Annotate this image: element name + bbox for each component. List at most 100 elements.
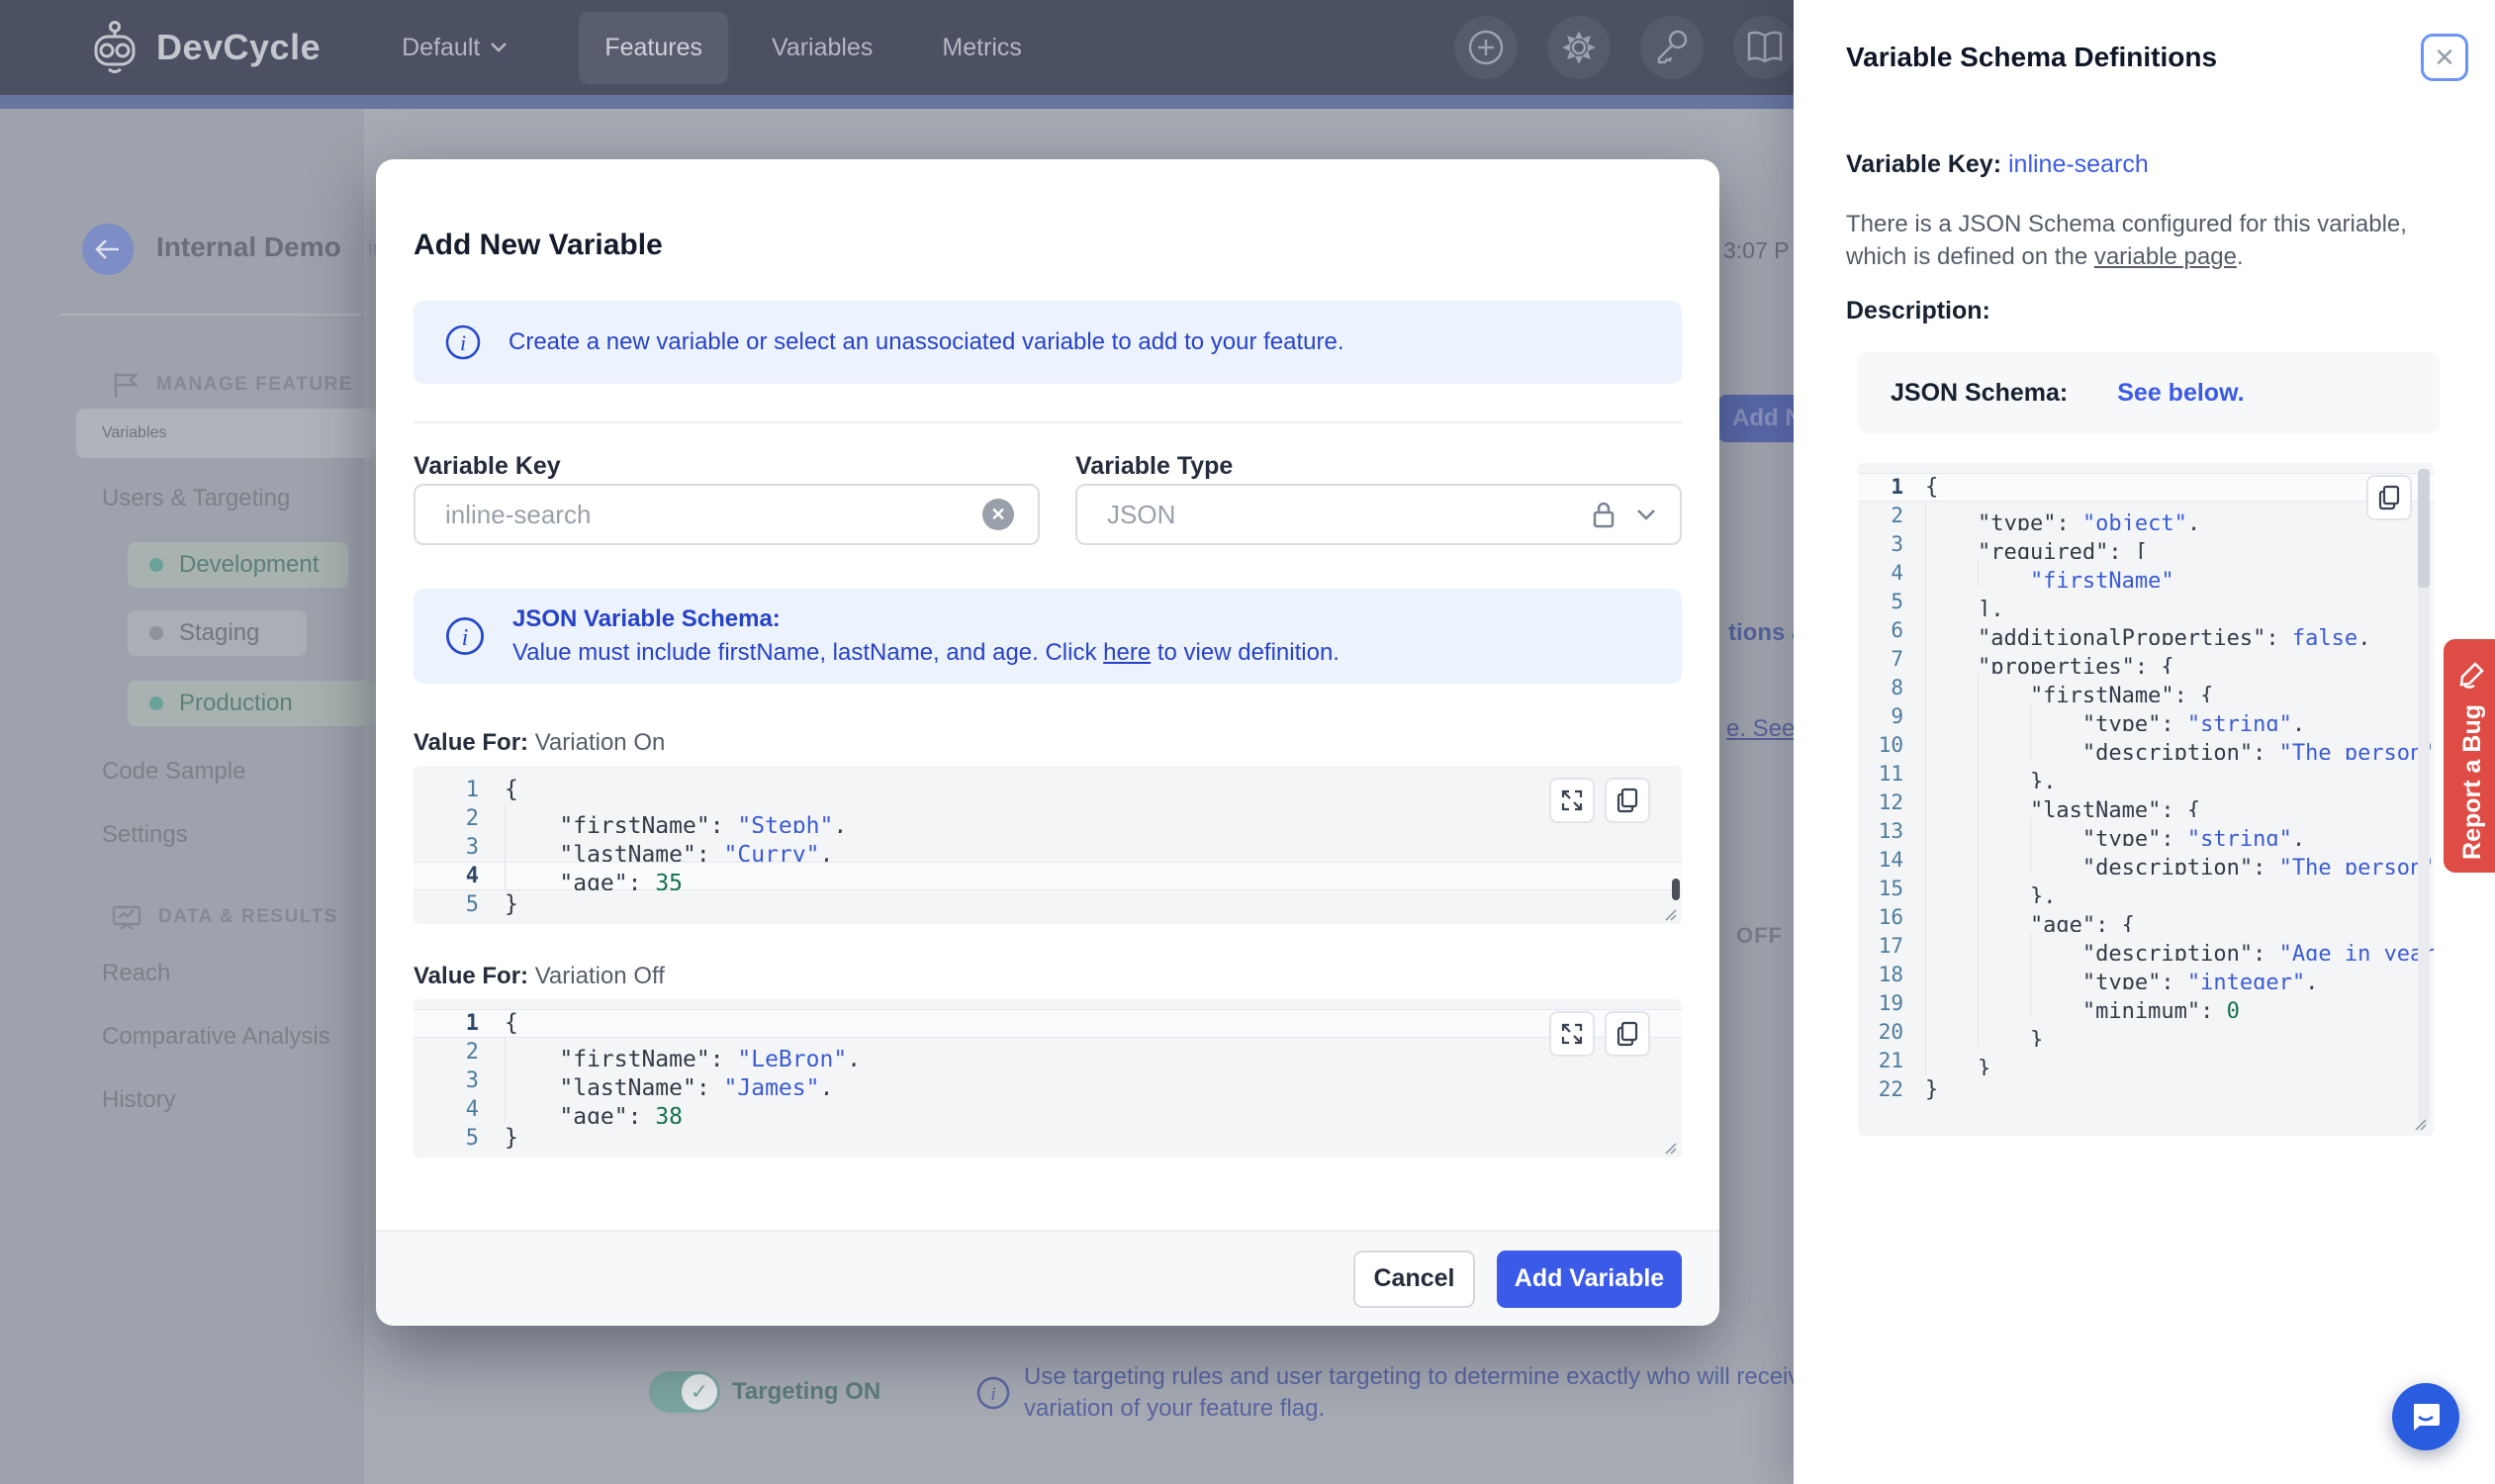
flag-icon	[114, 373, 139, 398]
env-dot	[149, 696, 163, 710]
resize-grip[interactable]	[2412, 1116, 2428, 1132]
tab-metrics[interactable]: Metrics	[916, 12, 1048, 84]
resize-grip[interactable]	[1662, 1140, 1678, 1156]
copy-icon	[1617, 1021, 1638, 1047]
targeting-info-line2: variation of your feature flag.	[1024, 1395, 1326, 1422]
copy-code-button[interactable]	[1605, 1011, 1650, 1057]
app-root: DevCycle Default Features Variables Metr…	[0, 0, 2495, 1484]
report-a-bug-button[interactable]: Report a Bug	[2444, 639, 2495, 873]
info-icon: i	[445, 325, 481, 360]
chevron-down-icon	[1637, 509, 1655, 520]
panel-title: Variable Schema Definitions	[1846, 42, 2218, 72]
panel-variable-key: Variable Key: inline-search	[1846, 150, 2149, 178]
sidebar-env-development[interactable]: Development	[128, 542, 348, 588]
sidebar-item-variables[interactable]: Variables	[76, 409, 376, 458]
project-dropdown[interactable]: Default	[376, 12, 533, 84]
brand-name: DevCycle	[156, 27, 322, 67]
sidebar-item-settings[interactable]: Settings	[102, 821, 188, 849]
variable-type-select[interactable]: JSON	[1075, 484, 1682, 545]
back-button[interactable]	[82, 224, 134, 275]
sidebar-env-staging[interactable]: Staging	[128, 610, 307, 656]
description-label: Description:	[1846, 297, 1990, 325]
sidebar-item-history[interactable]: History	[102, 1086, 176, 1114]
tab-variables[interactable]: Variables	[746, 12, 898, 84]
chat-bubble-icon	[2414, 1404, 2440, 1431]
arrow-left-icon	[95, 239, 119, 259]
scrollbar-thumb[interactable]	[1672, 879, 1680, 900]
toggle-knob: ✓	[682, 1374, 717, 1410]
code-lines: 1{2 "firstName": "Steph", 3 "lastName": "Cu…	[414, 776, 1682, 919]
close-icon: ✕	[2434, 42, 2455, 72]
variable-schema-panel: Variable Schema Definitions ✕ Variable K…	[1794, 0, 2495, 1484]
targeting-toggle[interactable]: ✓	[649, 1371, 720, 1413]
variable-type-value: JSON	[1107, 499, 1176, 529]
add-variable-button[interactable]: Add Variable	[1497, 1250, 1682, 1308]
docs-button[interactable]	[1733, 16, 1797, 79]
expand-icon	[1561, 1023, 1583, 1045]
copy-icon	[1617, 788, 1638, 813]
svg-text:i: i	[460, 330, 466, 355]
devcycle-robot-icon	[94, 21, 136, 73]
cancel-button[interactable]: Cancel	[1353, 1250, 1475, 1308]
view-definition-link[interactable]: here	[1103, 639, 1151, 666]
svg-text:i: i	[990, 1384, 995, 1405]
feature-timestamp-fragment: 3:07 P	[1723, 237, 1790, 263]
value-for-variation-off-label: Value For: Variation Off	[414, 963, 665, 989]
variable-page-link[interactable]: variable page	[2094, 243, 2237, 270]
lock-icon	[1593, 502, 1615, 528]
chevron-down-icon	[491, 43, 508, 52]
env-dot	[149, 558, 163, 572]
tab-features[interactable]: Features	[579, 11, 728, 84]
schema-alert-body: Value must include firstName, lastName, …	[512, 639, 1340, 666]
variable-key-value: inline-search	[445, 499, 592, 529]
modal-title: Add New Variable	[414, 229, 663, 261]
variable-key-label: Variable Key	[414, 452, 561, 480]
copy-icon	[2378, 485, 2400, 510]
variable-type-label: Variable Type	[1075, 452, 1234, 480]
sidebar-item-comparative-analysis[interactable]: Comparative Analysis	[102, 1023, 330, 1051]
plus-circle-icon	[1468, 30, 1504, 65]
variable-key-link[interactable]: inline-search	[2008, 150, 2149, 178]
devcycle-logo[interactable]: DevCycle	[89, 19, 321, 76]
chart-board-icon	[112, 905, 141, 930]
variable-key-input[interactable]: inline-search ✕	[414, 484, 1040, 545]
scrollbar-thumb[interactable]	[2418, 469, 2430, 588]
gear-icon	[1562, 31, 1596, 64]
expand-editor-button[interactable]	[1549, 1011, 1595, 1057]
info-icon: i	[446, 617, 484, 655]
settings-button[interactable]	[1547, 16, 1611, 79]
schema-code-editor[interactable]: 1{2 "type": "object", 3 "required": [4 "firs…	[1858, 463, 2434, 1136]
add-new-button-fragment[interactable]: Add Ne	[1718, 395, 1794, 442]
expand-editor-button[interactable]	[1549, 778, 1595, 823]
clear-input-icon[interactable]: ✕	[982, 499, 1014, 530]
api-keys-button[interactable]	[1640, 16, 1704, 79]
schema-alert-heading: JSON Variable Schema:	[512, 605, 781, 632]
add-variable-modal: Add New Variable i Create a new variable…	[376, 159, 1719, 1326]
chat-launcher-button[interactable]	[2392, 1383, 2459, 1450]
modal-footer: Cancel Add Variable	[376, 1230, 1719, 1326]
feature-title: Internal Demo	[156, 232, 341, 262]
sidebar-item-code-sample[interactable]: Code Sample	[102, 758, 245, 786]
sidebar-item-reach[interactable]: Reach	[102, 960, 170, 987]
sidebar-item-users-targeting[interactable]: Users & Targeting	[102, 485, 290, 512]
variation-off-editor[interactable]: 1{2 "firstName": "LeBron", 3 "lastName": "J…	[414, 999, 1682, 1158]
divider	[414, 421, 1682, 423]
copy-code-button[interactable]	[2366, 475, 2412, 520]
targeting-info-line1: Use targeting rules and user targeting t…	[1024, 1363, 1794, 1390]
sidebar-section-data-results: DATA & RESULTS	[111, 902, 338, 932]
create-button[interactable]	[1454, 16, 1518, 79]
code-lines: 1{2 "type": "object", 3 "required": [4 "firs…	[1858, 473, 2434, 1104]
json-schema-alert: i JSON Variable Schema: Value must inclu…	[414, 589, 1682, 684]
copy-code-button[interactable]	[1605, 778, 1650, 823]
info-icon: i	[975, 1375, 1011, 1411]
see-below-link[interactable]: See below.	[2117, 379, 2244, 408]
sidebar-section-manage-feature: MANAGE FEATURE	[111, 370, 353, 400]
bg-off-badge: OFF	[1736, 923, 1783, 948]
sidebar-divider	[59, 314, 361, 316]
env-dot	[149, 626, 163, 640]
resize-grip[interactable]	[1662, 906, 1678, 922]
sidebar-env-production[interactable]: Production	[128, 681, 376, 726]
value-for-variation-on-label: Value For: Variation On	[414, 729, 666, 756]
variation-on-editor[interactable]: 1{2 "firstName": "Steph", 3 "lastName": "Cu…	[414, 766, 1682, 924]
close-panel-button[interactable]: ✕	[2421, 34, 2468, 81]
